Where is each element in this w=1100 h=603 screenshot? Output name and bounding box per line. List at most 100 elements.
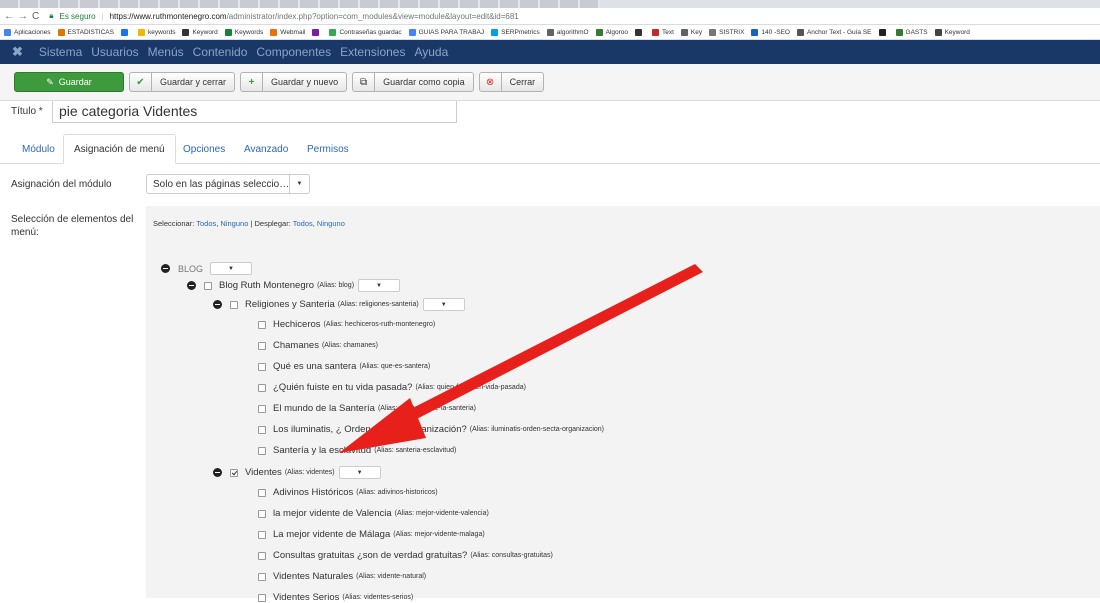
collapse-icon[interactable]	[161, 264, 170, 273]
assignment-select[interactable]: Solo en las páginas seleccio… ▼	[146, 174, 310, 194]
expand-all-link[interactable]: Todos	[293, 219, 313, 228]
tree-leaf-item: Adivinos Históricos (Alias: adivinos-hist…	[258, 487, 438, 498]
tree-category-religiones: Religiones y Santeria (Alias: religiones…	[213, 298, 465, 311]
node-dropdown[interactable]: ▼	[422, 298, 465, 311]
bookmark-item[interactable]: Keyword	[182, 28, 218, 36]
check-icon: ✔	[130, 73, 152, 91]
browser-tabs[interactable]	[0, 0, 600, 8]
menu-contenido[interactable]: Contenido	[193, 45, 248, 59]
collapse-icon[interactable]	[213, 300, 222, 309]
address-bar[interactable]: ←→C 🔒︎ Es seguro | https://www.ruthmonte…	[0, 8, 1100, 25]
tree-select-links: Seleccionar: Todos, Ninguno | Desplegar:…	[153, 219, 345, 228]
node-title: Los iluminatis, ¿ Orden, Secta, Organiza…	[273, 424, 467, 435]
menu-ayuda[interactable]: Ayuda	[414, 45, 448, 59]
joomla-logo-icon[interactable]: ✖	[12, 44, 23, 60]
tab-avanzado[interactable]: Avanzado	[234, 134, 298, 164]
node-checkbox[interactable]	[258, 530, 266, 539]
node-dropdown[interactable]: ▼	[210, 262, 253, 275]
bookmark-item[interactable]: Contraseñas guardac	[329, 28, 402, 36]
node-alias: (Alias: que-es-santera)	[359, 363, 431, 370]
select-text: Seleccionar:	[153, 219, 195, 228]
node-checkbox[interactable]	[258, 404, 266, 413]
secure-label: Es seguro	[59, 11, 96, 21]
bookmark-item[interactable]: Keyword	[934, 28, 970, 36]
collapse-icon[interactable]	[213, 468, 222, 477]
bookmark-item[interactable]: 140 -SEO	[751, 28, 790, 36]
save-new-label: Guardar y nuevo	[271, 77, 339, 87]
bookmark-item[interactable]: SERPmetrics	[491, 28, 540, 36]
bookmark-favicon-icon	[4, 28, 11, 36]
bookmark-item[interactable]	[120, 28, 131, 36]
collapse-icon[interactable]	[187, 281, 196, 290]
bookmark-item[interactable]	[312, 28, 322, 36]
menu-componentes[interactable]: Componentes	[256, 45, 331, 59]
node-dropdown[interactable]: ▼	[338, 466, 381, 479]
node-alias: (Alias: quien-fuiste-en-vida-pasada)	[415, 384, 526, 391]
node-checkbox[interactable]	[258, 446, 266, 455]
node-checkbox[interactable]	[258, 320, 266, 329]
close-button[interactable]: ⊗ Cerrar	[478, 72, 545, 92]
node-alias: (Alias: religiones-santeria)	[337, 301, 419, 308]
bookmark-item[interactable]: Anchor Text - Guía SE	[796, 28, 872, 36]
node-checkbox[interactable]	[230, 300, 238, 309]
bookmark-item[interactable]: Aplicaciones	[4, 28, 51, 36]
bookmark-item[interactable]: Algoroo	[595, 28, 628, 36]
bookmark-label: Keyword	[944, 28, 970, 36]
node-checkbox[interactable]	[258, 488, 266, 497]
bookmark-item[interactable]: Text	[652, 28, 674, 36]
save-button[interactable]: ✎ Guardar	[14, 72, 124, 92]
bookmarks-bar: Aplicaciones ESTADISTICAS keywords Keyword K…	[0, 25, 1100, 40]
node-checkbox[interactable]	[204, 281, 212, 290]
bookmark-item[interactable]: keywords	[137, 28, 175, 36]
node-checkbox[interactable]	[258, 425, 266, 434]
bookmark-item[interactable]: ESTADISTICAS	[57, 28, 114, 36]
title-input[interactable]: pie categoria Videntes	[52, 101, 457, 123]
url-path: /administrator/index.php?option=com_modu…	[226, 11, 519, 21]
bookmark-item[interactable]: Keywords	[224, 28, 263, 36]
bookmark-label: GUIAS PARA TRABAJ	[418, 28, 485, 36]
tree-menu-node: BLOG ▼	[161, 262, 253, 275]
save-close-label: Guardar y cerrar	[160, 77, 227, 87]
select-none-link[interactable]: Ninguno	[220, 219, 248, 228]
tab-opciones[interactable]: Opciones	[173, 134, 235, 164]
menu-name-label: BLOG	[178, 263, 204, 274]
save-close-button[interactable]: ✔ Guardar y cerrar	[129, 72, 236, 92]
node-checkbox[interactable]	[258, 551, 266, 560]
expand-none-link[interactable]: Ninguno	[317, 219, 345, 228]
bookmark-label: 140 -SEO	[761, 28, 790, 36]
bookmark-item[interactable]	[878, 28, 889, 36]
node-checkbox[interactable]	[230, 468, 238, 477]
select-all-link[interactable]: Todos	[196, 219, 216, 228]
node-checkbox[interactable]	[258, 572, 266, 581]
nav-back-forward-reload-icon[interactable]: ←→C	[4, 11, 43, 22]
bookmark-item[interactable]: SISTRIX	[709, 28, 744, 36]
menu-extensiones[interactable]: Extensiones	[340, 45, 405, 59]
node-checkbox[interactable]	[258, 509, 266, 518]
bookmark-label: Text	[662, 28, 674, 36]
bookmark-item[interactable]: GASTS	[895, 28, 928, 36]
tab-asignacion-menu[interactable]: Asignación de menú	[63, 134, 176, 164]
save-copy-button[interactable]: ⧉ Guardar como copia	[352, 72, 474, 92]
node-title: Adivinos Históricos	[273, 487, 354, 498]
tab-permisos[interactable]: Permisos	[297, 134, 359, 164]
bookmark-favicon-icon	[408, 28, 416, 36]
node-alias: (Alias: blog)	[317, 282, 355, 289]
save-new-button[interactable]: + Guardar y nuevo	[240, 72, 348, 92]
bookmark-item[interactable]	[635, 28, 645, 36]
url-host: https://www.ruthmontenegro.com	[109, 11, 227, 21]
node-checkbox[interactable]	[258, 341, 266, 350]
menu-usuarios[interactable]: Usuarios	[91, 45, 138, 59]
url-text[interactable]: https://www.ruthmontenegro.com/administr…	[110, 12, 519, 21]
tab-bar: Módulo Asignación de menú Opciones Avanz…	[0, 134, 1100, 164]
bookmark-label: Algoroo	[605, 28, 628, 36]
node-checkbox[interactable]	[258, 362, 266, 371]
bookmark-item[interactable]: Webmail	[270, 28, 305, 36]
bookmark-item[interactable]: algorithmO	[546, 28, 589, 36]
bookmark-item[interactable]: Key	[680, 28, 702, 36]
node-dropdown[interactable]: ▼	[358, 279, 401, 292]
bookmark-item[interactable]: GUIAS PARA TRABAJ	[408, 28, 485, 36]
node-checkbox[interactable]	[258, 383, 266, 392]
tab-modulo[interactable]: Módulo	[12, 134, 65, 164]
menu-sistema[interactable]: Sistema	[39, 45, 82, 59]
menu-menus[interactable]: Menús	[148, 45, 184, 59]
